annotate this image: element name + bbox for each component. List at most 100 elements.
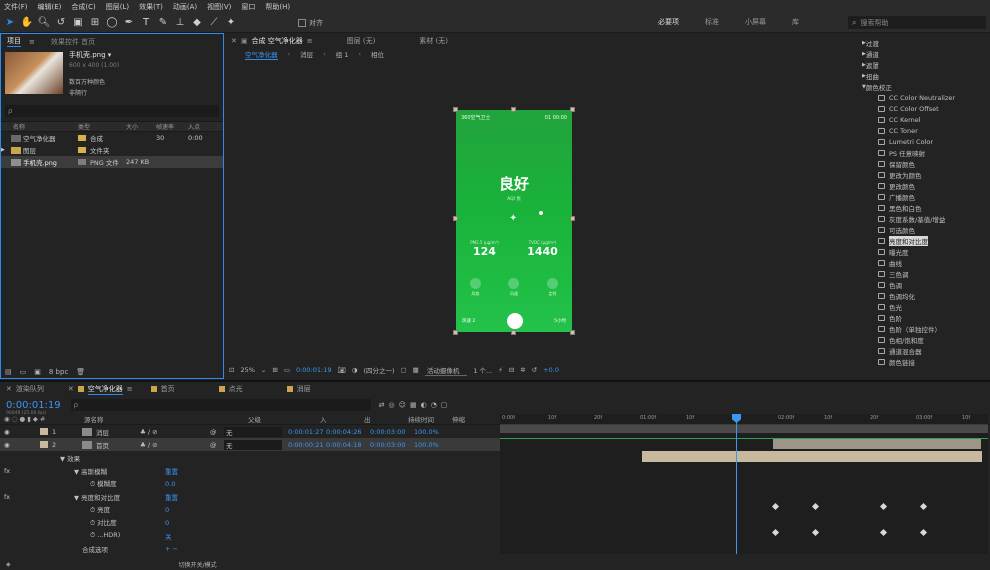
eraser-tool-icon[interactable]: ◆ (190, 16, 204, 30)
tab-layer[interactable]: 图层 (无) (347, 36, 376, 46)
close-icon[interactable]: ✕ (231, 37, 237, 45)
effect-item[interactable]: CC Color Offset (878, 103, 990, 114)
project-row[interactable]: 手机壳.png PNG 文件 247 KB (1, 156, 223, 168)
effect-item[interactable]: 广播颜色 (878, 191, 990, 202)
layer-bar[interactable] (642, 451, 982, 462)
clone-stamp-tool-icon[interactable]: ⊥ (173, 16, 187, 30)
project-row[interactable]: 空气净化器 合成 30 0:00 (1, 132, 223, 144)
effect-item[interactable]: 可选颜色 (878, 224, 990, 235)
transform-handle[interactable] (453, 216, 458, 221)
effect-item[interactable]: CC Toner (878, 125, 990, 136)
help-search-input[interactable]: ⌕ 搜索帮助 (848, 16, 986, 29)
expand-arrow-icon[interactable]: ▶ (1, 147, 11, 153)
property-value[interactable]: 0.0 (165, 480, 175, 488)
property-value[interactable]: + − (165, 545, 178, 553)
effect-item[interactable]: 色阶 (878, 312, 990, 323)
viewer-options-icon[interactable]: ⊡ (229, 366, 234, 374)
menu-icon[interactable]: ≡ (307, 37, 313, 45)
effect-category[interactable]: ▼ 颜色校正 (858, 81, 990, 92)
effect-category[interactable]: ▶ 过渡 (858, 37, 990, 48)
draft-3d-icon[interactable]: ◎ (389, 401, 395, 409)
workspace-small-screen[interactable]: 小屏幕 (745, 17, 766, 27)
eye-icon[interactable]: ◉ (0, 428, 40, 436)
graph-editor-icon[interactable]: ◔ (431, 401, 437, 409)
pickwhip-icon[interactable]: @ (210, 441, 224, 449)
menu-composition[interactable]: 合成(C) (71, 2, 95, 12)
motion-blur-icon[interactable]: ◐ (421, 401, 427, 409)
workspace-essentials[interactable]: 必要项 (658, 17, 679, 27)
effect-item[interactable]: 曲线 (878, 257, 990, 268)
transform-handle[interactable] (570, 330, 575, 335)
transparency-grid-icon[interactable]: ▦ (413, 366, 419, 374)
type-tool-icon[interactable]: T (139, 16, 153, 30)
col-stretch[interactable]: 伸缩 (452, 414, 465, 424)
fx-icon[interactable]: fx (4, 493, 10, 501)
stopwatch-icon[interactable]: ⏱ (90, 506, 97, 514)
property-row[interactable]: ⏱ ...HDR) 关 (0, 529, 500, 542)
menu-effect[interactable]: 效果(T) (139, 2, 163, 12)
property-row[interactable]: ⏱ 亮度 0 (0, 503, 500, 516)
effect-item[interactable]: 更改为颜色 (878, 169, 990, 180)
puppet-tool-icon[interactable]: ✦ (224, 16, 238, 30)
transform-handle[interactable] (511, 107, 516, 112)
parent-dropdown[interactable]: 无 (224, 426, 282, 437)
effect-item[interactable]: 保留颜色 (878, 158, 990, 169)
effect-category[interactable]: ▶ 通道 (858, 48, 990, 59)
keyframe[interactable] (811, 502, 820, 511)
transform-handle[interactable] (570, 107, 575, 112)
property-value[interactable]: 关 (165, 531, 172, 541)
timeline-icon[interactable]: ⊟ (509, 366, 514, 374)
effect-item[interactable]: CC Color Neutralizer (878, 92, 990, 103)
rotate-tool-icon[interactable]: ↺ (54, 16, 68, 30)
tab-timeline-home[interactable]: 首页 (161, 384, 175, 394)
pen-tool-icon[interactable]: ✒ (122, 16, 136, 30)
col-out[interactable]: 出 (364, 414, 408, 424)
tab-timeline-light[interactable]: 点光 (229, 384, 243, 394)
frame-blend-icon[interactable]: ▦ (410, 401, 417, 409)
col-duration[interactable]: 持续时间 (408, 414, 452, 424)
effect-category[interactable]: ▶ 扭曲 (858, 70, 990, 81)
tab-effect-controls[interactable]: 效果控件 首页 (51, 37, 95, 47)
aspect-icon[interactable]: ▭ (284, 366, 290, 374)
project-row[interactable]: ▶ 图层 文件夹 (1, 144, 223, 156)
col-name[interactable]: 名称 (1, 122, 78, 131)
property-value[interactable]: 重置 (165, 466, 178, 476)
effect-item[interactable]: 颜色链接 (878, 356, 990, 367)
effect-item[interactable]: 通道混合器 (878, 345, 990, 356)
lock-icon[interactable]: ▣ (241, 37, 248, 45)
col-type[interactable]: 类型 (78, 122, 126, 131)
viewer-timecode[interactable]: 0:00:01:19 (296, 366, 332, 374)
property-row[interactable]: ⏱ 模糊度 0.0 (0, 477, 500, 490)
keyframe[interactable] (879, 528, 888, 537)
layer-duration[interactable]: 0:00:03:00 (370, 428, 414, 436)
camera-dropdown[interactable]: 活动摄像机 (424, 365, 468, 376)
breadcrumb-layer[interactable]: 消层 (300, 49, 313, 59)
safe-zones-icon[interactable]: ⊞ (272, 366, 277, 374)
layer-name[interactable]: 消层 (96, 427, 140, 437)
breadcrumb-phase[interactable]: 相位 (371, 49, 384, 59)
menu-icon[interactable]: ≡ (29, 38, 35, 46)
toggle-icon[interactable]: ◈ (6, 561, 11, 568)
layer-row[interactable]: ◉ 1 消层 ♣ / ⊘ @ 无 0:00:01:27 0:00:04:26 0:00:03:0… (0, 425, 500, 438)
ellipse-tool-icon[interactable]: ◯ (105, 16, 119, 30)
layer-bar[interactable] (773, 438, 981, 449)
col-in[interactable]: 入点 (188, 122, 200, 131)
layer-stretch[interactable]: 100.0% (414, 441, 439, 449)
col-size[interactable]: 大小 (126, 122, 156, 131)
layer-duration[interactable]: 0:00:03:00 (370, 441, 414, 449)
layer-in[interactable]: 0:00:00:21 (282, 441, 326, 449)
new-folder-icon[interactable]: ▭ (20, 368, 27, 376)
fx-icon[interactable]: fx (4, 467, 10, 475)
effect-item[interactable]: 亮度和对比度 (878, 235, 990, 246)
color-channel-icon[interactable]: ◑ (352, 366, 358, 374)
effect-item[interactable]: 色阶（单独控件） (878, 323, 990, 334)
workspace-library[interactable]: 库 (792, 17, 799, 27)
zoom-tool-icon[interactable]: 🔍︎ (37, 16, 51, 30)
effect-item[interactable]: 色光 (878, 301, 990, 312)
property-row[interactable]: fx ▼ 高斯模糊 重置 (0, 464, 500, 477)
snapshot-icon[interactable]: 📷︎ (338, 366, 346, 374)
effect-item[interactable]: 曝光度 (878, 246, 990, 257)
layer-out[interactable]: 0:00:04:26 (326, 428, 370, 436)
keyframe[interactable] (879, 502, 888, 511)
zoom-dropdown[interactable]: 25% (240, 366, 254, 374)
